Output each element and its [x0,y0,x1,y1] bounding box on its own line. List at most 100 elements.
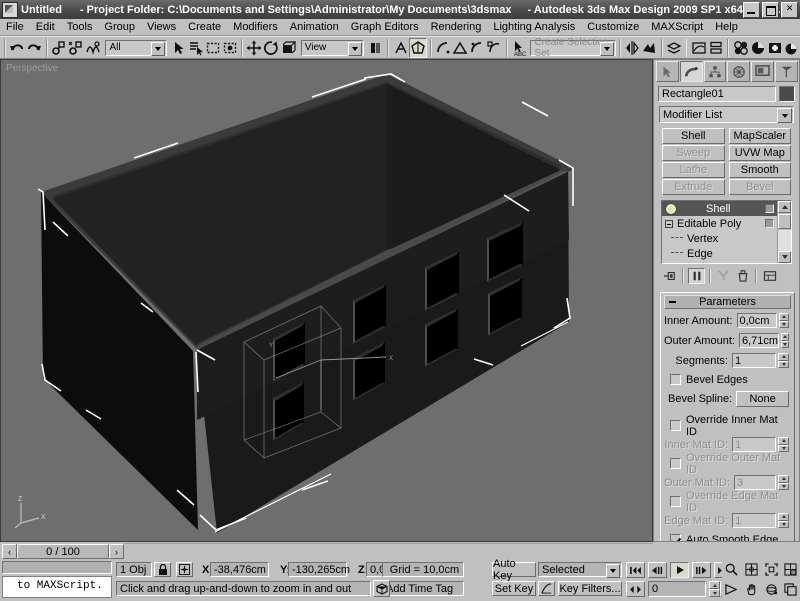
unlink-selection-button[interactable] [67,37,85,58]
hierarchy-tab[interactable] [703,61,727,82]
menu-item-rendering[interactable]: Rendering [425,20,488,34]
snaps-toggle-button[interactable] [392,37,409,58]
add-time-tag-button[interactable]: Add Time Tag [382,581,464,596]
override-outer-mat-row[interactable]: Override Outer Mat ID [670,452,791,476]
inner-amount-field[interactable]: 0,0cm [736,313,777,328]
make-unique-icon[interactable] [715,267,732,284]
segments-spinner[interactable] [778,353,789,368]
minimize-button[interactable] [743,2,760,18]
menu-item-animation[interactable]: Animation [284,20,345,34]
maxscript-mini-listener-input[interactable] [2,561,112,574]
menu-item-modifiers[interactable]: Modifiers [227,20,284,34]
schematic-view-button[interactable] [707,37,725,58]
scrollbar-track[interactable] [778,230,791,251]
curve-editor-button[interactable] [690,37,708,58]
select-and-uniform-scale-button[interactable] [279,37,297,58]
stack-item-edge[interactable]: Edge [662,246,777,261]
maximize-viewport-toggle-button[interactable] [781,581,800,598]
menu-item-tools[interactable]: Tools [61,20,99,34]
modifier-button-smooth[interactable]: Smooth [728,162,791,178]
override-edge-mat-row[interactable]: Override Edge Mat ID [670,490,791,514]
parameters-rollout-header[interactable]: Parameters [664,295,791,309]
select-object-button[interactable] [170,37,188,58]
normal-align-button[interactable] [468,37,486,58]
current-frame-field[interactable]: 0 [648,581,706,597]
outer-amount-field[interactable]: 6,71cm [738,333,780,348]
rectangular-selection-region-button[interactable] [204,37,222,58]
inner-mat-id-spinner[interactable] [778,437,789,452]
object-color-swatch[interactable] [779,86,795,102]
modifier-stack-scrollbar[interactable] [777,201,791,263]
align-button[interactable] [451,37,469,58]
menu-item-help[interactable]: Help [709,20,744,34]
select-and-move-button[interactable] [245,37,263,58]
scroll-down-button[interactable] [778,251,791,263]
display-tab[interactable] [751,61,775,82]
stack-item-vertex[interactable]: Vertex [662,231,777,246]
bind-to-space-warp-button[interactable] [84,37,102,58]
stack-item-editable-poly[interactable]: Editable Poly [662,216,777,231]
motion-tab[interactable] [727,61,751,82]
next-frame-button[interactable]: › [109,544,124,559]
absolute-relative-transform-toggle[interactable] [176,562,193,577]
scroll-up-button[interactable] [778,201,791,213]
select-and-rotate-button[interactable] [262,37,280,58]
current-frame-spinner[interactable] [709,581,720,597]
override-inner-mat-row[interactable]: Override Inner Mat ID [670,414,791,438]
bevel-edges-row[interactable]: Bevel Edges [670,372,791,387]
key-mode-toggle-button[interactable] [626,581,645,597]
utilities-tab[interactable] [775,61,798,82]
goto-start-button[interactable] [626,562,645,578]
maxscript-mini-listener-output[interactable]: to MAXScript. [2,576,112,598]
modifier-stack-list[interactable]: Shell Editable Poly Vertex Edge [662,201,777,263]
auto-smooth-edge-row[interactable]: Auto Smooth Edge [670,532,791,541]
render-production-button[interactable] [782,37,800,58]
modifier-button-mapscaler[interactable]: MapScaler [728,128,791,144]
selection-filter-combo[interactable]: All [105,39,168,56]
menu-item-customize[interactable]: Customize [581,20,645,34]
bevel-spline-button[interactable]: None [736,390,789,407]
zoom-extents-button[interactable] [762,561,781,578]
menu-item-edit[interactable]: Edit [30,20,61,34]
menu-item-create[interactable]: Create [182,20,227,34]
modify-tab[interactable] [679,61,703,82]
place-highlight-button[interactable] [485,37,503,58]
modifier-button-shell[interactable]: Shell [662,128,725,144]
stack-item-shell[interactable]: Shell [662,201,777,216]
set-key-curve-button[interactable] [538,581,555,596]
zoom-all-button[interactable] [742,561,761,578]
segments-field[interactable]: 1 [732,353,776,368]
inner-amount-spinner[interactable] [778,313,789,328]
show-end-result-icon[interactable] [688,267,705,284]
reference-coordinate-system-combo[interactable]: View [300,39,365,56]
menu-item-file[interactable]: File [0,20,30,34]
next-frame-transport-button[interactable] [692,562,711,578]
select-by-name-button[interactable] [187,37,205,58]
edge-mat-id-field[interactable]: 1 [732,513,777,528]
track-bar-track[interactable] [124,542,653,561]
key-filters-button[interactable]: Key Filters... [558,581,622,596]
modifier-button-uvw-map[interactable]: UVW Map [728,145,791,161]
edit-named-selection-sets-button[interactable]: ABC [510,37,528,58]
zoom-button[interactable] [722,561,741,578]
angle-snap-toggle-button[interactable] [409,37,427,58]
perspective-viewport[interactable]: X Y Perspective Z X [0,59,653,542]
x-coordinate-field[interactable]: -38,476cm [210,562,269,577]
scrollbar-thumb[interactable] [778,214,791,229]
mirror-icon-button[interactable] [623,37,641,58]
menu-item-maxscript[interactable]: MAXScript [645,20,709,34]
modifier-list-dropdown[interactable]: Modifier List [659,106,794,123]
time-slider-frame-readout[interactable]: 0 / 100 [17,544,109,559]
redo-button[interactable] [25,37,43,58]
outer-mat-id-spinner[interactable] [778,475,789,490]
field-of-view-button[interactable] [722,581,741,598]
isolate-selection-button[interactable] [373,580,390,597]
window-crossing-toggle-button[interactable] [221,37,239,58]
object-name-field[interactable]: Rectangle01 [658,86,776,102]
menu-item-graph-editors[interactable]: Graph Editors [345,20,425,34]
key-selection-list[interactable]: Selected [538,562,622,578]
chevron-down-icon[interactable] [348,41,363,56]
stack-item-checkbox[interactable] [765,219,774,228]
zoom-region-button[interactable] [781,561,800,578]
auto-smooth-edge-checkbox[interactable] [670,534,681,541]
